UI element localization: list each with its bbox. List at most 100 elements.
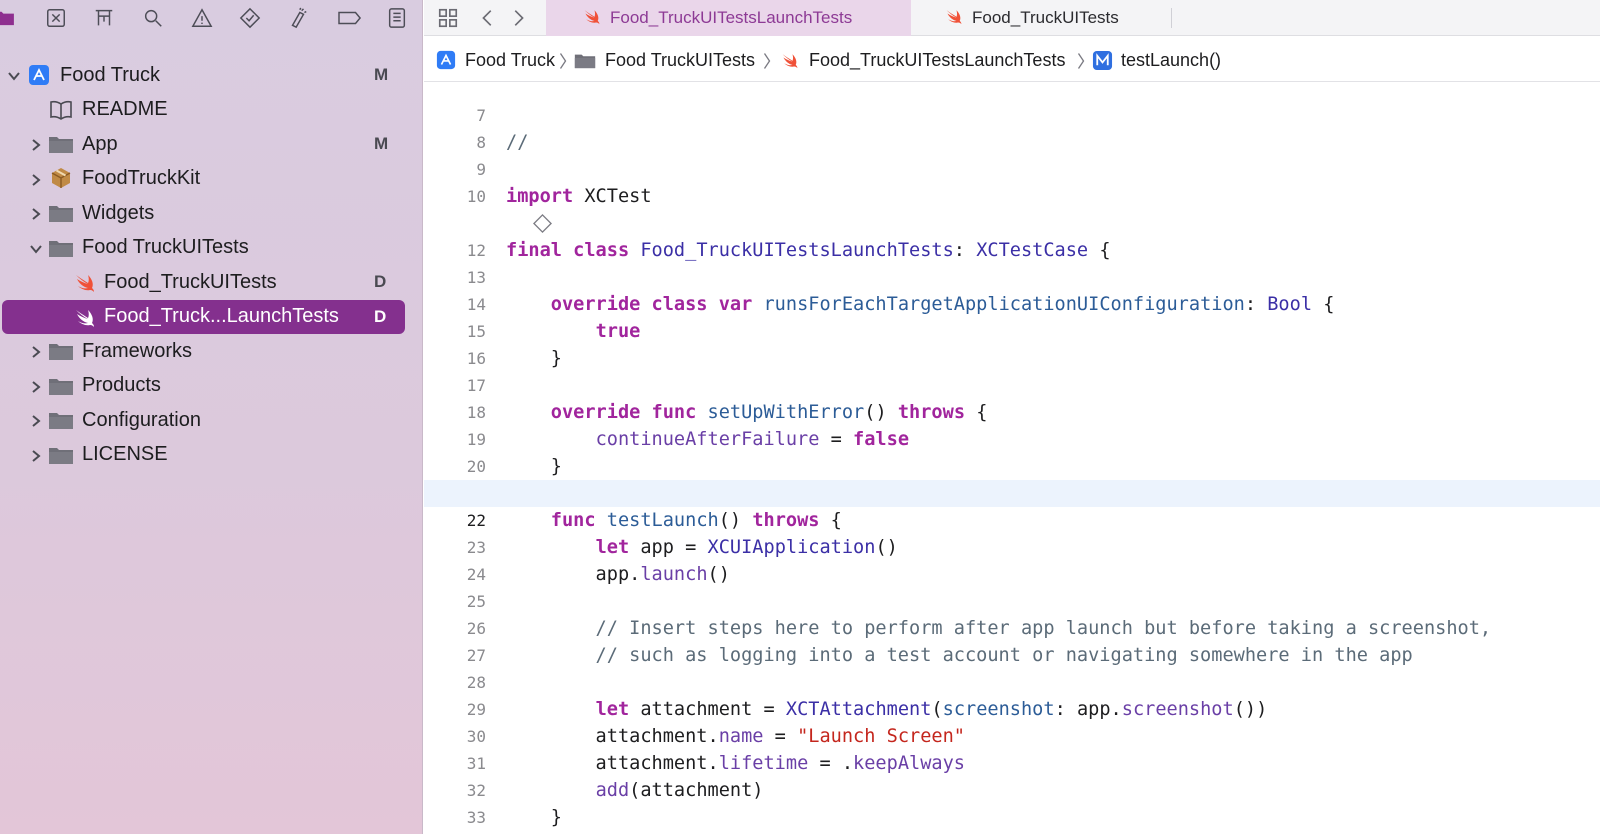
scm-status-badge: M xyxy=(374,134,389,153)
breadcrumb-label: testLaunch() xyxy=(1121,49,1222,70)
code-line: 23 app.launch() xyxy=(424,507,1600,585)
package-icon xyxy=(48,167,74,189)
tab-launchtests[interactable]: Food_TruckUITestsLaunchTests xyxy=(546,0,911,36)
breadcrumb-item-method[interactable]: testLaunch() xyxy=(1092,38,1221,82)
code-line: 28 let attachment = XCTAttachment(screen… xyxy=(424,642,1600,720)
code-line: 12 xyxy=(424,210,1600,260)
tree-item-label: App xyxy=(82,132,118,155)
book-icon xyxy=(48,99,74,121)
tree-item-label: Products xyxy=(82,374,161,396)
code-line: 30 attachment.lifetime = .keepAlways xyxy=(424,696,1600,774)
code-line: 9 import XCTest xyxy=(424,129,1600,207)
chevron-right-icon xyxy=(1076,50,1086,77)
folder-icon xyxy=(48,202,74,224)
code-line: 8 xyxy=(424,102,1600,152)
folder-icon xyxy=(48,409,74,431)
folder-icon xyxy=(48,133,74,155)
swift-icon xyxy=(780,51,800,69)
scm-status-badge: D xyxy=(374,306,387,326)
chevron-right-icon xyxy=(558,50,568,77)
chevron-down-icon[interactable] xyxy=(28,240,44,256)
tree-item-label: README xyxy=(82,98,168,120)
hierarchy-icon[interactable] xyxy=(92,6,116,30)
chevron-right-icon[interactable] xyxy=(28,205,44,221)
code-line: 14 true xyxy=(424,264,1600,342)
chevron-right-icon xyxy=(762,50,772,77)
chevron-right-icon[interactable] xyxy=(28,136,44,152)
code-line: 29 attachment.name = "Launch Screen" xyxy=(424,669,1600,747)
app-project-icon xyxy=(26,64,52,86)
tree-item-license[interactable]: LICENSE xyxy=(0,438,410,472)
grid-related-items-icon[interactable] xyxy=(436,6,460,30)
run-test-diamond-icon[interactable] xyxy=(466,457,553,503)
test-diamond-icon[interactable] xyxy=(238,6,262,30)
debug-spray-icon[interactable] xyxy=(286,6,310,30)
search-icon[interactable] xyxy=(141,6,165,30)
code-line: 16 xyxy=(424,318,1600,368)
tree-item-label: Frameworks xyxy=(82,339,193,362)
source-editor[interactable]: 7 // 8 9 import XCTest 10 final class Fo… xyxy=(424,83,1600,834)
code-line: 20 xyxy=(424,426,1600,476)
tree-item-widgets[interactable]: Widgets xyxy=(0,196,410,230)
close-square-icon[interactable] xyxy=(44,6,68,30)
forward-chevron-icon[interactable] xyxy=(506,6,530,30)
tab-label: Food_TruckUITestsLaunchTests xyxy=(610,8,853,27)
tree-item-label: Food_Truck...LaunchTests xyxy=(104,305,339,327)
code-line: 18 continueAfterFailure = false xyxy=(424,372,1600,450)
code-line: 33 } xyxy=(424,777,1600,827)
tree-item-label: LICENSE xyxy=(82,443,168,465)
chevron-right-icon[interactable] xyxy=(28,378,44,394)
breadcrumb-label: Food_TruckUITestsLaunchTests xyxy=(809,49,1066,70)
project-navigator: Food Truck M README App M FoodTruckKit W… xyxy=(0,0,423,834)
tree-item-label: FoodTruckKit xyxy=(82,167,201,189)
chevron-right-icon[interactable] xyxy=(28,412,44,428)
tree-item-app[interactable]: App M xyxy=(0,127,410,161)
chevron-down-icon[interactable] xyxy=(6,67,22,83)
tree-item-project[interactable]: Food Truck M xyxy=(0,58,410,92)
warning-icon[interactable] xyxy=(190,6,214,30)
tree-item-label: Food_TruckUITests xyxy=(104,270,277,293)
code-line: 10 xyxy=(424,156,1600,206)
chevron-right-icon[interactable] xyxy=(28,343,44,359)
folder-icon xyxy=(48,375,74,397)
tree-item-label: Food TruckUITests xyxy=(82,236,249,258)
scm-status-badge: M xyxy=(374,65,389,84)
code-line: 31 add(attachment) xyxy=(424,723,1600,801)
report-list-icon[interactable] xyxy=(385,6,409,30)
breadcrumb-item-file[interactable]: Food_TruckUITestsLaunchTests xyxy=(780,38,1065,82)
folder-icon[interactable] xyxy=(0,6,16,30)
folder-icon xyxy=(48,444,74,466)
chevron-right-icon[interactable] xyxy=(28,447,44,463)
code-line: func testLaunch() throws { xyxy=(424,453,1600,531)
code-line: final class Food_TruckUITestsLaunchTests… xyxy=(424,183,1600,261)
swift-icon xyxy=(72,306,98,328)
back-chevron-icon[interactable] xyxy=(476,6,500,30)
tree-item-frameworks[interactable]: Frameworks xyxy=(0,334,410,368)
code-line: 26 // such as logging into a test accoun… xyxy=(424,588,1600,666)
tree-item-launchtests-file[interactable]: Food_Truck...LaunchTests D xyxy=(2,299,405,334)
tree-item-food-truckuitests-file[interactable]: Food_TruckUITests D xyxy=(0,265,410,299)
chevron-right-icon[interactable] xyxy=(28,171,44,187)
breadcrumb: Food Truck Food TruckUITests Food_TruckU… xyxy=(424,38,1600,82)
tree-item-food-truckuitests[interactable]: Food TruckUITests xyxy=(0,231,410,265)
app-project-icon xyxy=(436,50,456,70)
tree-item-foodtruckkit[interactable]: FoodTruckKit xyxy=(0,162,410,196)
breadcrumb-item-group[interactable]: Food TruckUITests xyxy=(574,38,755,82)
swift-icon xyxy=(944,7,964,30)
breadcrumb-item-project[interactable]: Food Truck xyxy=(436,38,555,82)
breakpoint-icon[interactable] xyxy=(335,6,365,30)
code-line: 15 } xyxy=(424,291,1600,369)
tree-item-readme[interactable]: README xyxy=(0,93,410,127)
tree-item-configuration[interactable]: Configuration xyxy=(0,403,410,437)
code-line: 34 xyxy=(424,804,1600,831)
code-line: 27 xyxy=(424,615,1600,665)
tab-uitests[interactable]: Food_TruckUITests xyxy=(944,0,1244,36)
code-line: 19 } xyxy=(424,399,1600,477)
code-line: 32 } xyxy=(424,750,1600,828)
breadcrumb-label: Food Truck xyxy=(465,49,556,70)
tab-label: Food_TruckUITests xyxy=(972,8,1119,27)
code-line: 25 // Insert steps here to perform after… xyxy=(424,561,1600,639)
run-test-diamond-icon[interactable] xyxy=(466,187,553,233)
method-m-icon xyxy=(1092,50,1113,71)
tree-item-products[interactable]: Products xyxy=(0,369,410,403)
